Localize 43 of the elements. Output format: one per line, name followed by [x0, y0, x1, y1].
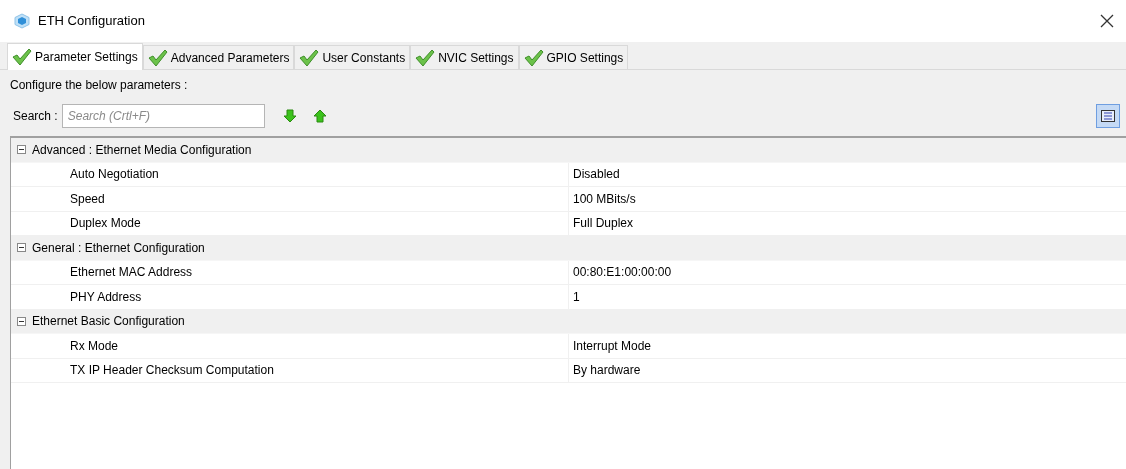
search-field[interactable]: Search (Crtl+F): [61, 104, 265, 128]
parameter-value[interactable]: 1: [568, 285, 1126, 309]
parameter-value[interactable]: 00:80:E1:00:00:00: [568, 260, 1126, 284]
checkmark-icon: [523, 48, 544, 67]
cube-icon: [14, 13, 30, 29]
parameter-name: Rx Mode: [69, 337, 120, 355]
instructions-text: Configure the below parameters :: [10, 77, 188, 94]
list-icon: [1101, 110, 1115, 122]
checkmark-icon: [415, 48, 436, 67]
parameter-value[interactable]: Disabled: [568, 162, 1126, 186]
parameter-name: Ethernet MAC Address: [69, 264, 194, 282]
arrow-down-icon[interactable]: [282, 109, 297, 123]
parameter-value[interactable]: Interrupt Mode: [568, 334, 1126, 358]
tab[interactable]: Advanced Parameters: [142, 45, 295, 69]
checkmark-icon: [12, 48, 32, 66]
arrow-up-icon[interactable]: [312, 109, 327, 123]
tab[interactable]: User Constants: [294, 45, 411, 69]
collapse-icon[interactable]: [17, 145, 26, 155]
parameter-value[interactable]: 100 MBits/s: [568, 187, 1126, 211]
checkmark-icon: [299, 48, 320, 67]
tab[interactable]: NVIC Settings: [410, 45, 519, 69]
group-title: General : Ethernet Configuration: [32, 239, 205, 257]
group-header[interactable]: General : Ethernet Configuration: [11, 236, 1126, 261]
group-title: Advanced : Ethernet Media Configuration: [32, 141, 252, 159]
checkmark-icon: [147, 48, 168, 67]
parameter-name: TX IP Header Checksum Computation: [69, 362, 275, 380]
search-label: Search :: [13, 108, 58, 125]
window-title: ETH Configuration: [38, 12, 145, 31]
parameter-name: Auto Negotiation: [69, 166, 160, 184]
tab[interactable]: Parameter Settings: [7, 43, 143, 70]
parameter-name: Duplex Mode: [69, 215, 142, 233]
close-icon[interactable]: [1100, 14, 1114, 28]
collapse-icon[interactable]: [17, 316, 26, 326]
parameter-value[interactable]: Full Duplex: [568, 211, 1126, 235]
group-header[interactable]: Advanced : Ethernet Media Configuration: [11, 138, 1126, 163]
tab[interactable]: GPIO Settings: [518, 45, 629, 69]
collapse-icon[interactable]: [17, 243, 26, 253]
parameter-name: Speed: [69, 190, 106, 208]
list-view-button[interactable]: [1096, 104, 1120, 128]
group-title: Ethernet Basic Configuration: [32, 313, 185, 331]
parameter-value[interactable]: By hardware: [568, 358, 1126, 382]
parameter-name: PHY Address: [69, 288, 143, 306]
group-header[interactable]: Ethernet Basic Configuration: [11, 309, 1126, 334]
